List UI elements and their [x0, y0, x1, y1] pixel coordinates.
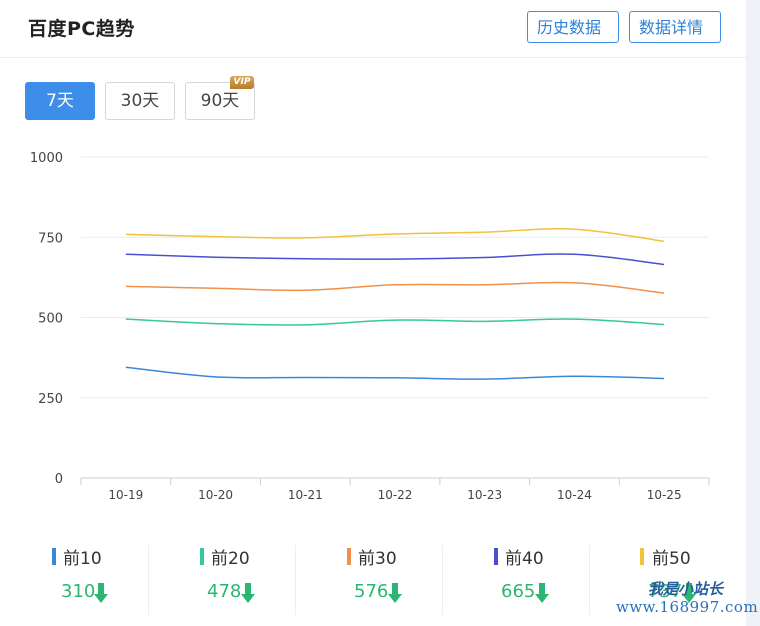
series-line-前50 [125, 228, 665, 243]
series-color-marker [52, 548, 56, 565]
legend-item-top30[interactable]: 前30 576 [295, 540, 441, 616]
series-line-前20 [125, 318, 665, 326]
watermark-url: www.168997.com [616, 598, 759, 616]
y-tick-label: 1000 [30, 151, 63, 166]
trend-line-chart: 0 250 500 750 1000 10-19 10-20 10-21 10-22 10-23 1… [30, 151, 710, 502]
series-color-marker [200, 548, 204, 565]
series-color-marker [640, 548, 644, 565]
x-tick-label: 10-22 [378, 488, 413, 502]
x-tick-label: 10-25 [647, 488, 682, 502]
down-arrow-icon [241, 583, 255, 603]
legend-item-top20[interactable]: 前20 478 [148, 540, 294, 616]
site-watermark: 我是小站长 www.168997.com [612, 578, 760, 626]
series-line-前30 [125, 281, 665, 294]
legend-label: 前50 [652, 549, 691, 569]
history-data-button[interactable]: 历史数据 [527, 11, 619, 43]
vip-badge: VIP [230, 76, 254, 89]
series-line-前10 [125, 366, 665, 380]
down-arrow-icon [535, 583, 549, 603]
y-tick-label: 0 [55, 472, 63, 487]
y-tick-label: 500 [38, 312, 63, 327]
legend-value: 310 [61, 581, 96, 602]
x-tick-label: 10-21 [288, 488, 323, 502]
y-tick-label: 750 [38, 231, 63, 246]
legend-label: 前20 [211, 549, 250, 569]
series-color-marker [494, 548, 498, 565]
divider [148, 545, 149, 615]
series-color-marker [347, 548, 351, 565]
trend-card: 百度PC趋势 历史数据 数据详情 7天 30天 90天 VIP 0 250 500 7… [0, 0, 746, 626]
x-tick-label: 10-19 [108, 488, 143, 502]
down-arrow-icon [94, 583, 108, 603]
page-title: 百度PC趋势 [28, 18, 135, 40]
divider [295, 545, 296, 615]
legend-item-top40[interactable]: 前40 665 [442, 540, 588, 616]
x-tick-label: 10-23 [467, 488, 502, 502]
legend-value: 576 [354, 581, 389, 602]
series-line-前40 [125, 253, 665, 266]
down-arrow-icon [388, 583, 402, 603]
legend-value: 665 [501, 581, 536, 602]
watermark-title: 我是小站长 [648, 580, 724, 598]
legend-label: 前40 [505, 549, 544, 569]
legend-value: 478 [207, 581, 242, 602]
x-tick-label: 10-20 [198, 488, 233, 502]
x-tick-label: 10-24 [557, 488, 592, 502]
legend-label: 前10 [63, 549, 102, 569]
range-7-days-tab[interactable]: 7天 [25, 82, 95, 120]
legend-item-top10[interactable]: 前10 310 [0, 540, 146, 616]
data-detail-button[interactable]: 数据详情 [629, 11, 721, 43]
divider [589, 545, 590, 615]
range-30-days-tab[interactable]: 30天 [105, 82, 175, 120]
divider [442, 545, 443, 615]
y-tick-label: 250 [38, 392, 63, 407]
card-header: 百度PC趋势 历史数据 数据详情 [0, 0, 746, 58]
legend-label: 前30 [358, 549, 397, 569]
